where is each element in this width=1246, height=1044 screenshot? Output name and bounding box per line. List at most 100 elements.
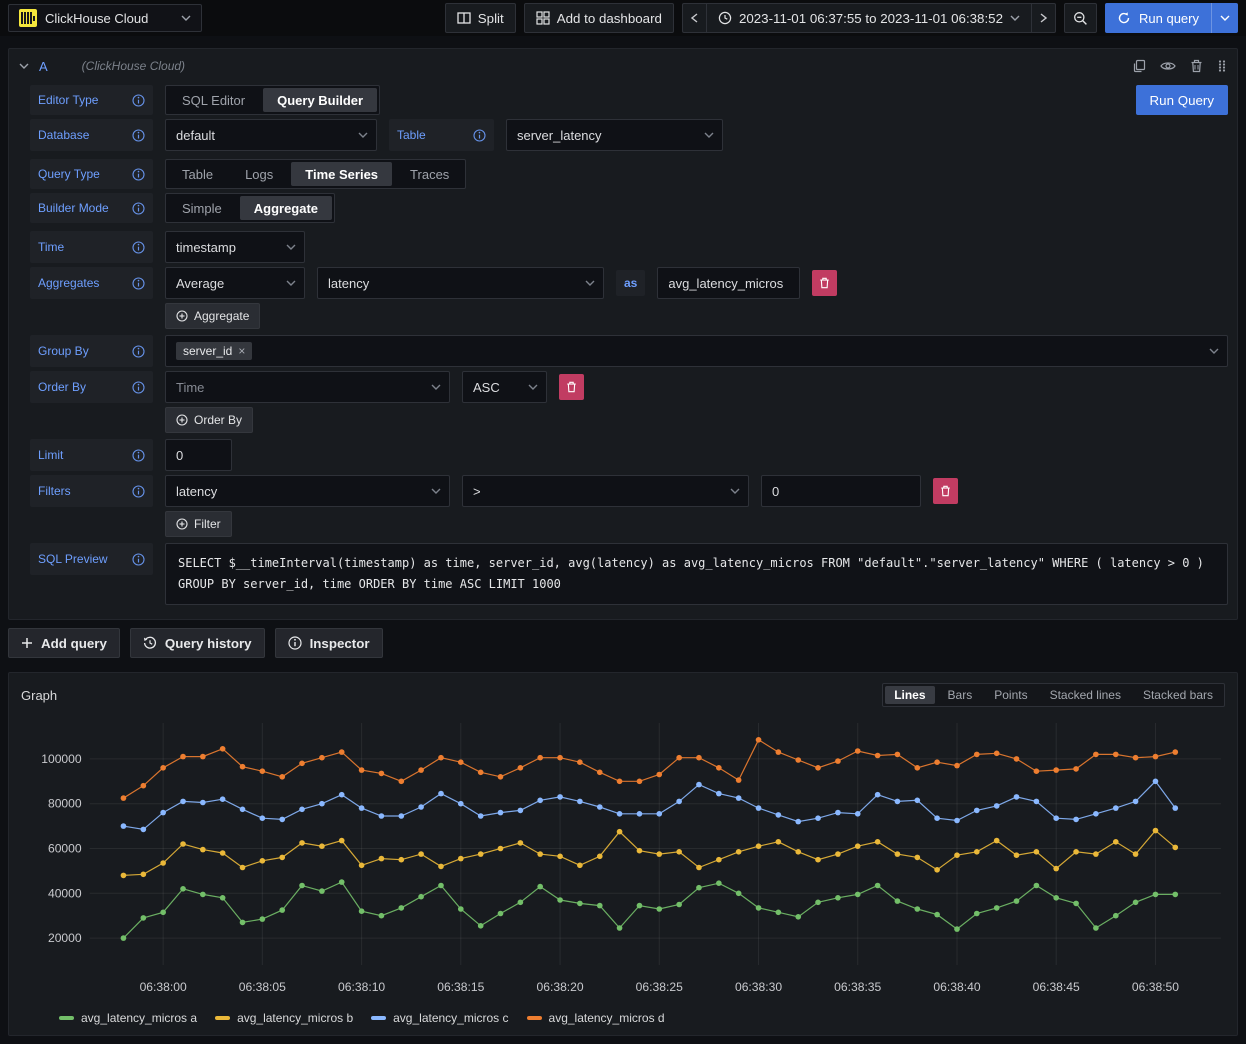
info-icon[interactable] [132, 168, 145, 181]
legend-item[interactable]: avg_latency_micros b [215, 1011, 353, 1025]
zoom-out-time-button[interactable] [1064, 3, 1097, 33]
aggregate-alias-input[interactable]: avg_latency_micros [657, 267, 800, 299]
add-to-dashboard-button[interactable]: Add to dashboard [524, 3, 674, 33]
plus-icon [21, 637, 33, 649]
time-range-controls: 2023-11-01 06:37:55 to 2023-11-01 06:38:… [682, 3, 1056, 33]
add-filter-button[interactable]: Filter [165, 511, 232, 537]
limit-label: Limit [30, 439, 153, 471]
aggregate-function-select[interactable]: Average [165, 267, 305, 299]
time-shift-forward-button[interactable] [1031, 3, 1056, 33]
plus-circle-icon [176, 518, 188, 530]
table-select[interactable]: server_latency [506, 119, 723, 151]
database-select[interactable]: default [165, 119, 377, 151]
editor-type-option-query-builder[interactable]: Query Builder [263, 88, 377, 112]
legend-label: avg_latency_micros a [81, 1011, 197, 1025]
legend-label: avg_latency_micros c [393, 1011, 508, 1025]
info-icon[interactable] [132, 241, 145, 254]
database-label: Database [30, 119, 153, 151]
info-circle-icon [288, 636, 302, 650]
query-type-option-logs[interactable]: Logs [231, 162, 287, 186]
query-type-option-traces[interactable]: Traces [396, 162, 463, 186]
add-order-by-button[interactable]: Order By [165, 407, 253, 433]
time-column-label: Time [30, 231, 153, 263]
group-by-select[interactable]: server_id × [165, 335, 1228, 367]
filter-value-input[interactable]: 0 [761, 475, 921, 507]
clock-icon [718, 11, 732, 25]
chevron-down-icon [1209, 348, 1219, 354]
remove-order-by-button[interactable] [559, 374, 584, 400]
aggregate-column-select[interactable]: latency [317, 267, 604, 299]
info-icon[interactable] [132, 277, 145, 290]
duplicate-query-icon[interactable] [1132, 59, 1146, 73]
inspector-button[interactable]: Inspector [275, 628, 383, 658]
chevron-left-icon [691, 13, 698, 23]
viz-mode-points[interactable]: Points [985, 686, 1036, 704]
order-by-field-select[interactable]: Time [165, 371, 450, 403]
chart-legend: avg_latency_micros a avg_latency_micros b… [17, 1007, 1229, 1029]
hide-query-eye-icon[interactable] [1160, 60, 1176, 72]
info-icon[interactable] [132, 129, 145, 142]
query-type-switch: Table Logs Time Series Traces [165, 159, 466, 189]
query-type-option-time-series[interactable]: Time Series [291, 162, 392, 186]
editor-type-option-sql-editor[interactable]: SQL Editor [168, 88, 259, 112]
datasource-picker[interactable]: ClickHouse Cloud [8, 4, 202, 32]
time-range-text: 2023-11-01 06:37:55 to 2023-11-01 06:38:… [739, 11, 1003, 26]
query-history-button[interactable]: Query history [130, 628, 265, 658]
run-query-button[interactable]: Run query [1105, 3, 1211, 33]
svg-text:06:38:15: 06:38:15 [437, 980, 484, 994]
plus-circle-icon [176, 414, 188, 426]
remove-tag-icon[interactable]: × [238, 344, 245, 358]
delete-query-trash-icon[interactable] [1190, 59, 1203, 73]
info-icon[interactable] [132, 94, 145, 107]
add-aggregate-button[interactable]: Aggregate [165, 303, 260, 329]
legend-item[interactable]: avg_latency_micros d [527, 1011, 665, 1025]
drag-handle-icon[interactable] [1217, 59, 1227, 73]
query-type-option-table[interactable]: Table [168, 162, 227, 186]
collapse-chevron-icon[interactable] [19, 63, 29, 69]
legend-item[interactable]: avg_latency_micros a [59, 1011, 197, 1025]
remove-aggregate-button[interactable] [812, 270, 837, 296]
top-navigation-bar: ClickHouse Cloud Split Add to dashboard … [0, 0, 1246, 36]
time-column-select[interactable]: timestamp [165, 231, 305, 263]
legend-label: avg_latency_micros b [237, 1011, 353, 1025]
info-icon[interactable] [132, 345, 145, 358]
viz-mode-bars[interactable]: Bars [939, 686, 982, 704]
filter-field-select[interactable]: latency [165, 475, 450, 507]
split-icon [457, 11, 471, 25]
legend-item[interactable]: avg_latency_micros c [371, 1011, 508, 1025]
remove-filter-button[interactable] [933, 478, 958, 504]
builder-mode-option-aggregate[interactable]: Aggregate [240, 196, 332, 220]
order-by-direction-select[interactable]: ASC [462, 371, 547, 403]
builder-mode-option-simple[interactable]: Simple [168, 196, 236, 220]
legend-label: avg_latency_micros d [549, 1011, 665, 1025]
run-query-dropdown-toggle[interactable] [1211, 3, 1238, 33]
builder-mode-switch: Simple Aggregate [165, 193, 335, 223]
viz-mode-lines[interactable]: Lines [885, 686, 934, 704]
panel-run-query-button[interactable]: Run Query [1136, 85, 1228, 115]
query-header[interactable]: A (ClickHouse Cloud) [9, 49, 1237, 83]
limit-input[interactable]: 0 [165, 439, 232, 471]
timeseries-chart[interactable]: 2000040000600008000010000006:38:0006:38:… [17, 715, 1229, 1007]
filter-operator-select[interactable]: > [462, 475, 749, 507]
split-button[interactable]: Split [445, 3, 516, 33]
info-icon[interactable] [132, 449, 145, 462]
zoom-out-icon [1073, 11, 1088, 26]
time-range-picker[interactable]: 2023-11-01 06:37:55 to 2023-11-01 06:38:… [706, 3, 1031, 33]
info-icon[interactable] [132, 485, 145, 498]
time-shift-back-button[interactable] [682, 3, 706, 33]
info-icon[interactable] [473, 129, 486, 142]
info-icon[interactable] [132, 553, 145, 566]
add-query-button[interactable]: Add query [8, 628, 120, 658]
add-to-dashboard-label: Add to dashboard [557, 11, 662, 26]
info-icon[interactable] [132, 381, 145, 394]
svg-text:80000: 80000 [48, 797, 82, 811]
viz-mode-stacked-bars[interactable]: Stacked bars [1134, 686, 1222, 704]
info-icon[interactable] [132, 202, 145, 215]
split-label: Split [478, 11, 504, 26]
graph-panel-title: Graph [21, 688, 57, 703]
viz-mode-stacked-lines[interactable]: Stacked lines [1041, 686, 1130, 704]
refresh-icon [1117, 11, 1131, 25]
chevron-down-icon [528, 384, 538, 390]
chevron-down-icon [286, 280, 296, 286]
query-datasource-hint: (ClickHouse Cloud) [82, 59, 185, 73]
